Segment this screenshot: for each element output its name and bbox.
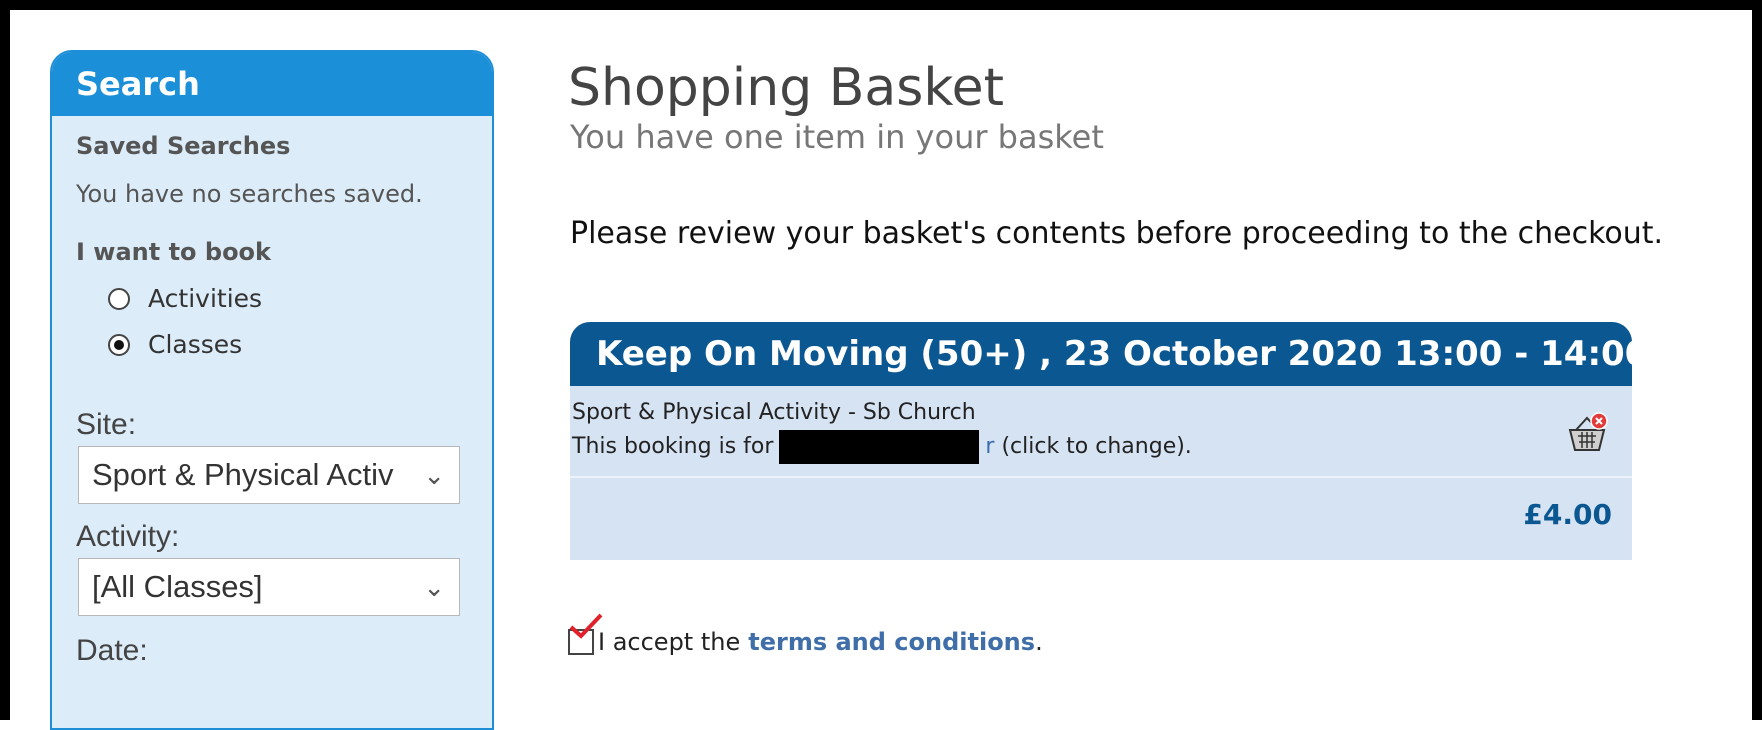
radio-label-activities: Activities [148, 284, 263, 313]
page-subtitle: You have one item in your basket [570, 118, 1104, 156]
chevron-down-icon: ⌄ [423, 572, 445, 602]
change-attendee-link[interactable]: r [985, 434, 994, 459]
terms-suffix: . [1035, 628, 1043, 656]
radio-activities[interactable]: Activities [108, 284, 262, 313]
terms-checkbox[interactable] [568, 613, 603, 655]
basket-intro-text: Please review your basket's contents bef… [570, 216, 1664, 251]
booking-for-suffix[interactable]: (click to change). [1001, 434, 1191, 459]
sidebar-title: Search [52, 52, 492, 116]
radio-label-classes: Classes [148, 330, 243, 359]
page-title: Shopping Basket [568, 58, 1005, 118]
chevron-down-icon: ⌄ [423, 460, 445, 490]
search-sidebar: Search Saved Searches You have no search… [50, 50, 494, 730]
saved-searches-heading: Saved Searches [76, 132, 291, 160]
site-label: Site: [76, 408, 137, 441]
booking-for-line: This booking is for r (click to change). [572, 430, 1192, 464]
activity-select-value: [All Classes] [92, 569, 263, 604]
card-divider [570, 476, 1632, 478]
booking-type-heading: I want to book [76, 238, 271, 266]
redacted-name [779, 430, 980, 464]
radio-button-classes[interactable] [108, 333, 130, 356]
terms-link[interactable]: terms and conditions [748, 628, 1035, 656]
terms-prefix: I accept the [598, 628, 741, 656]
basket-item-price: £4.00 [1523, 498, 1612, 531]
basket-item-venue: Sport & Physical Activity - Sb Church [572, 400, 976, 425]
terms-acceptance: I accept the terms and conditions. [568, 613, 1043, 656]
basket-item-card: Keep On Moving (50+) , 23 October 2020 1… [570, 322, 1632, 560]
activity-label: Activity: [76, 520, 180, 553]
saved-searches-empty-text: You have no searches saved. [76, 180, 423, 208]
basket-item-title: Keep On Moving (50+) , 23 October 2020 1… [570, 322, 1632, 386]
check-icon [569, 613, 603, 639]
basket-remove-icon[interactable] [1564, 410, 1610, 456]
booking-for-prefix: This booking is for [572, 434, 774, 459]
date-label: Date: [76, 634, 148, 667]
radio-button-activities[interactable] [108, 287, 130, 310]
radio-classes[interactable]: Classes [108, 330, 242, 359]
site-select[interactable]: Sport & Physical Actiᴠ ⌄ [78, 446, 460, 504]
activity-select[interactable]: [All Classes] ⌄ [78, 558, 460, 616]
site-select-value: Sport & Physical Actiᴠ [92, 457, 394, 492]
